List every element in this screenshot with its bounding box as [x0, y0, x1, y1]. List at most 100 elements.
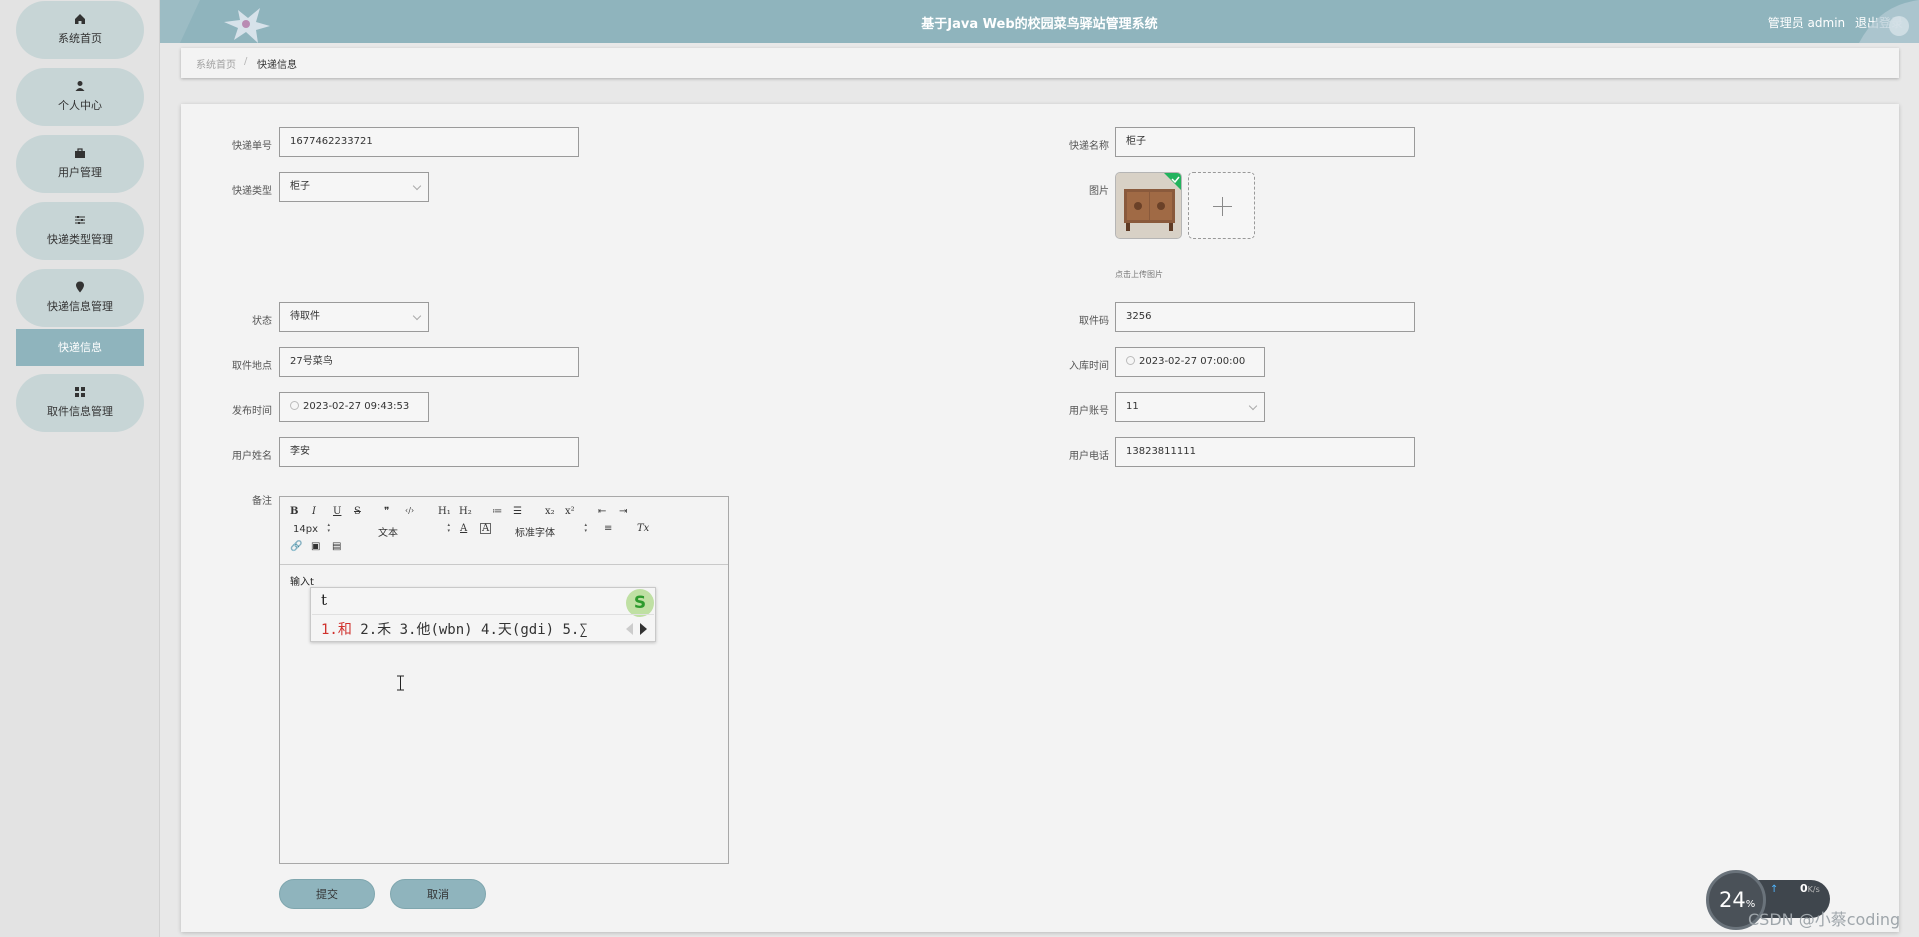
background-color-button[interactable]: A — [480, 523, 492, 534]
bold-button[interactable]: B — [290, 506, 298, 517]
ime-candidate-index: 2. — [360, 622, 378, 638]
user-phone-input[interactable]: 13823811111 — [1115, 437, 1415, 467]
top-header: 基于Java Web的校园菜鸟驿站管理系统 管理员 admin 退出登录 — [160, 0, 1919, 43]
user-phone-label: 用户电话 — [1069, 451, 1109, 462]
image-button[interactable]: ▣ — [311, 541, 320, 552]
link-button[interactable]: 🔗 — [290, 541, 302, 552]
ime-candidate-index: 5. — [562, 622, 580, 638]
ime-candidate[interactable]: 3.他(wbn) — [400, 622, 473, 638]
express-type-value: 柜子 — [290, 181, 310, 192]
sogou-logo-icon: S — [626, 589, 654, 617]
briefcase-icon — [75, 148, 85, 158]
align-button[interactable]: ≡ — [604, 523, 612, 534]
ime-candidates: 1.和 2.禾 3.他(wbn) 4.天(gdi) 5.∑ — [321, 619, 588, 639]
clear-format-button[interactable]: Tx — [637, 523, 649, 534]
submit-button[interactable]: 提交 — [279, 879, 375, 909]
strike-button[interactable]: S — [354, 506, 361, 517]
font-color-button[interactable]: A — [460, 523, 467, 534]
express-name-input[interactable]: 柜子 — [1115, 127, 1415, 157]
editor-toolbar: B I U S ❞ ‹/› H₁ H₂ ≔ ☰ x₂ x² ⇤ ⇥ 14px 文… — [280, 497, 728, 565]
italic-button[interactable]: I — [312, 506, 316, 517]
bullet-list-button[interactable]: ☰ — [513, 506, 522, 517]
ime-next-page-icon[interactable] — [640, 623, 647, 635]
net-speed-unit: K/s — [1807, 885, 1820, 894]
remark-editor[interactable]: B I U S ❞ ‹/› H₁ H₂ ≔ ☰ x₂ x² ⇤ ⇥ 14px 文… — [279, 496, 729, 864]
underline-button[interactable]: U — [333, 506, 341, 517]
ime-prev-page-icon[interactable] — [626, 623, 633, 635]
pickup-code-input[interactable]: 3256 — [1115, 302, 1415, 332]
sidebar-item-label: 个人中心 — [58, 99, 102, 112]
h2-button[interactable]: H₂ — [459, 506, 472, 517]
ordered-list-button[interactable]: ≔ — [492, 506, 502, 517]
ime-candidate-index: 3. — [399, 622, 417, 638]
ime-candidate[interactable]: 4.天(gdi) — [481, 622, 554, 638]
sidebar-item-express-info[interactable]: 快递信息管理 — [16, 269, 144, 327]
indent-button[interactable]: ⇥ — [619, 506, 627, 517]
font-size-select[interactable]: 14px — [293, 522, 330, 535]
chevron-down-icon — [1248, 401, 1258, 411]
sidebar-item-users[interactable]: 用户管理 — [16, 135, 144, 193]
flower-decoration-icon — [160, 0, 270, 43]
clock-icon — [1126, 356, 1135, 365]
stock-in-time-label: 入库时间 — [1069, 361, 1109, 372]
express-type-select[interactable]: 柜子 — [279, 172, 429, 202]
h1-button[interactable]: H₁ — [438, 506, 451, 517]
user-name-label: 用户姓名 — [232, 451, 272, 462]
superscript-button[interactable]: x² — [565, 506, 575, 517]
tracking-no-label: 快递单号 — [232, 141, 272, 152]
ime-candidate-text: 禾 — [377, 622, 392, 638]
ime-candidate-popup: t S 1.和 2.禾 3.他(wbn) 4.天(gdi) 5.∑ — [310, 587, 656, 642]
user-account-select[interactable]: 11 — [1115, 392, 1265, 422]
sidebar-subitem-express-info[interactable]: 快递信息 — [16, 329, 144, 366]
pickup-location-input[interactable]: 27号菜鸟 — [279, 347, 579, 377]
ime-candidate[interactable]: 5.∑ — [563, 622, 588, 638]
editor-content[interactable]: 输入t — [290, 573, 314, 588]
publish-time-picker[interactable]: 2023-02-27 09:43:53 — [279, 392, 429, 422]
sidebar-item-pickup[interactable]: 取件信息管理 — [16, 374, 144, 432]
font-family-select[interactable]: 标准字体 — [515, 522, 587, 539]
upload-add-button[interactable] — [1188, 172, 1255, 239]
home-icon — [75, 14, 85, 24]
ime-candidate[interactable]: 1.和 — [321, 622, 352, 638]
express-name-label: 快递名称 — [1069, 141, 1109, 152]
remark-label: 备注 — [252, 496, 272, 507]
sidebar-item-express-type[interactable]: 快递类型管理 — [16, 202, 144, 260]
sidebar-item-home[interactable]: 系统首页 — [16, 1, 144, 59]
chevron-down-icon — [412, 181, 422, 191]
text-cursor-icon — [397, 675, 404, 691]
breadcrumb-home[interactable]: 系统首页 — [196, 56, 236, 71]
cpu-percent-value: 24 — [1719, 888, 1746, 912]
subscript-button[interactable]: x₂ — [545, 506, 555, 517]
breadcrumb: 系统首页 / 快递信息 — [181, 48, 1899, 78]
user-account-value: 11 — [1126, 401, 1139, 412]
block-type-select[interactable]: 文本 — [378, 522, 450, 539]
uploaded-image-thumbnail[interactable] — [1115, 172, 1182, 239]
location-pin-icon — [76, 281, 84, 293]
stock-in-time-picker[interactable]: 2023-02-27 07:00:00 — [1115, 347, 1265, 377]
ime-candidate-text: 天(gdi) — [497, 622, 555, 638]
status-label: 状态 — [252, 316, 272, 327]
tracking-no-input[interactable]: 1677462233721 — [279, 127, 579, 157]
video-button[interactable]: ▤ — [332, 541, 341, 552]
breadcrumb-current: 快递信息 — [257, 60, 297, 71]
blockquote-button[interactable]: ❞ — [384, 506, 389, 517]
sidebar-item-profile[interactable]: 个人中心 — [16, 68, 144, 126]
ime-candidate[interactable]: 2.禾 — [360, 622, 391, 638]
user-account-label: 用户账号 — [1069, 406, 1109, 417]
ime-candidate-index: 4. — [481, 622, 498, 638]
csdn-watermark: CSDN @小蔡coding — [1748, 910, 1901, 929]
sidebar-item-label: 取件信息管理 — [47, 405, 113, 418]
code-button[interactable]: ‹/› — [405, 506, 414, 515]
upload-hint: 点击上传图片 — [1115, 270, 1163, 279]
publish-time-value: 2023-02-27 09:43:53 — [303, 401, 410, 412]
upload-arrow-icon: ↑ — [1770, 884, 1779, 895]
app-title: 基于Java Web的校园菜鸟驿站管理系统 — [921, 17, 1158, 32]
publish-time-label: 发布时间 — [232, 406, 272, 417]
status-select[interactable]: 待取件 — [279, 302, 429, 332]
sidebar-item-label: 快递类型管理 — [47, 233, 113, 246]
outdent-button[interactable]: ⇤ — [598, 506, 606, 517]
cabinet-image — [1116, 173, 1181, 238]
ime-candidate-text: 和 — [337, 622, 352, 638]
user-name-input[interactable]: 李安 — [279, 437, 579, 467]
cancel-button[interactable]: 取消 — [390, 879, 486, 909]
